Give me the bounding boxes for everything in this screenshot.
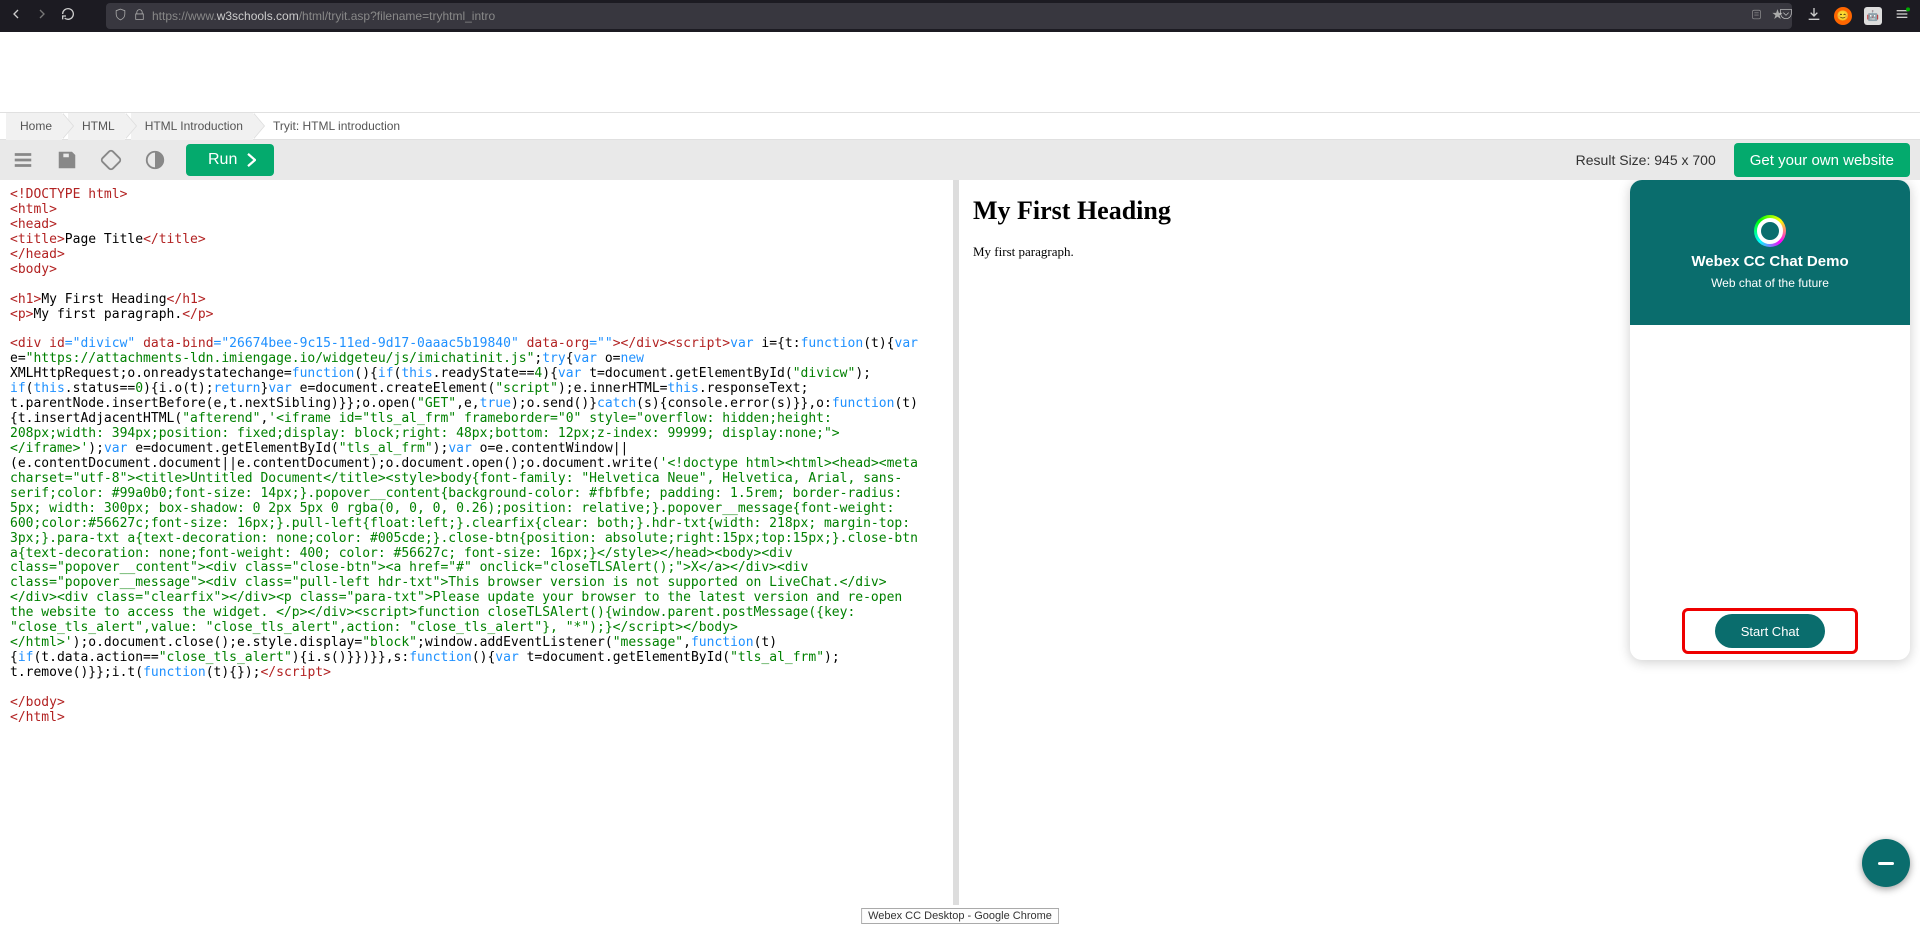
save-icon[interactable] [54,147,80,173]
chat-logo-icon [1754,215,1786,247]
top-whitespace [0,32,1920,112]
chat-subtitle: Web chat of the future [1711,276,1829,290]
chat-body [1630,325,1910,602]
editor-toolbar: Run Result Size: 945 x 700 Get your own … [0,140,1920,180]
lock-icon [133,8,146,24]
crumb-intro[interactable]: HTML Introduction [131,113,253,140]
chat-minimize-fab[interactable] [1862,839,1910,887]
chat-footer: Start Chat [1630,602,1910,660]
shield-icon [114,8,127,24]
browser-titlebar: https://www.w3schools.com/html/tryit.asp… [0,0,1920,32]
run-button[interactable]: Run [186,144,274,176]
back-icon[interactable] [8,6,24,27]
reload-icon[interactable] [60,6,76,27]
chat-title: Webex CC Chat Demo [1691,253,1848,270]
extension-icon-1[interactable]: 😊 [1834,7,1852,25]
preview-pane: My First Heading My first paragraph. Web… [959,180,1920,905]
crumb-home[interactable]: Home [6,113,62,140]
forward-icon[interactable] [34,6,50,27]
start-chat-button[interactable]: Start Chat [1715,614,1826,648]
menu-icon[interactable] [10,147,36,173]
get-own-website-button[interactable]: Get your own website [1734,143,1910,177]
app-menu-icon[interactable] [1894,6,1910,27]
chat-header: Webex CC Chat Demo Web chat of the futur… [1630,180,1910,325]
reader-icon[interactable] [1750,8,1763,24]
breadcrumb: Home HTML HTML Introduction Tryit: HTML … [0,112,1920,140]
code-editor[interactable]: <!DOCTYPE html> <html> <head> <title>Pag… [0,180,959,905]
pocket-icon[interactable] [1778,6,1794,27]
crumb-html[interactable]: HTML [68,113,125,140]
result-size-label: Result Size: 945 x 700 [1576,152,1716,168]
taskbar-tooltip: Webex CC Desktop - Google Chrome [861,908,1059,924]
crumb-current: Tryit: HTML introduction [259,119,410,133]
url-text: https://www.w3schools.com/html/tryit.asp… [152,9,495,23]
url-bar[interactable]: https://www.w3schools.com/html/tryit.asp… [106,3,1792,29]
orientation-icon[interactable] [98,147,124,173]
extension-icon-2[interactable]: 🤖 [1864,7,1882,25]
chat-widget: Webex CC Chat Demo Web chat of the futur… [1630,180,1910,660]
minus-icon [1878,862,1894,865]
theme-icon[interactable] [142,147,168,173]
download-icon[interactable] [1806,6,1822,27]
